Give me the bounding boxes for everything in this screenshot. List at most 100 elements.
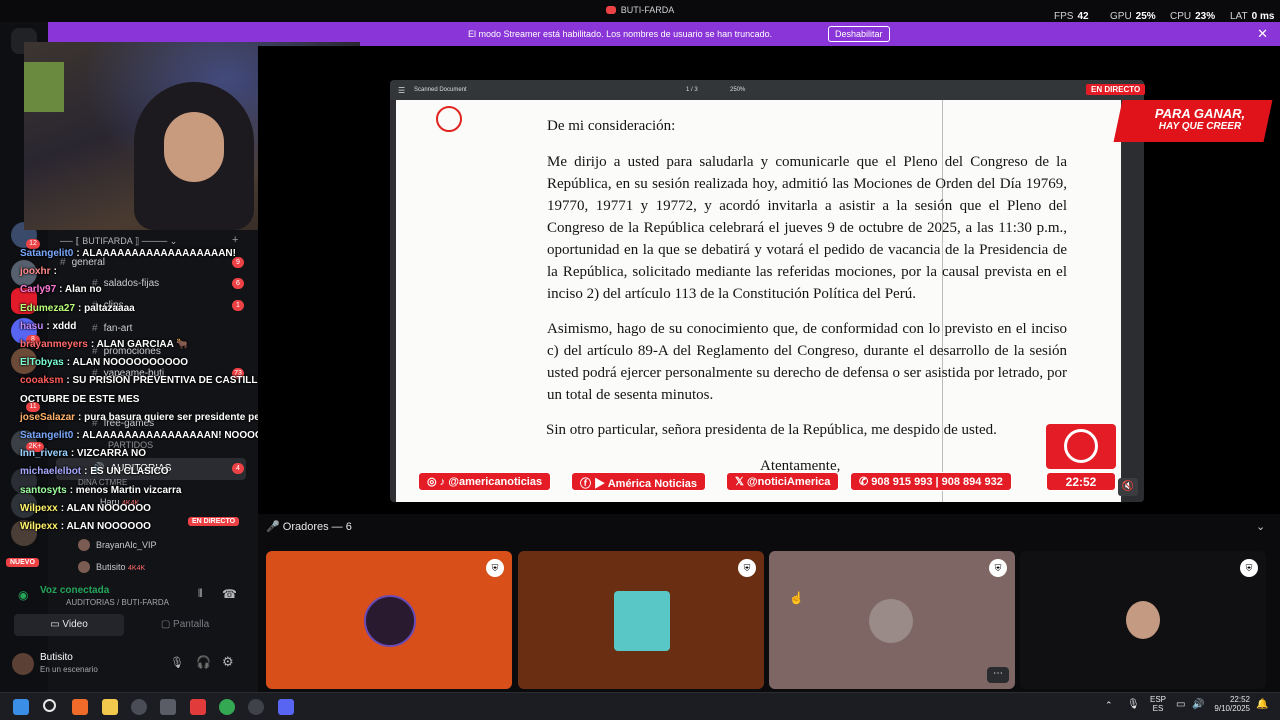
globe-icon	[436, 106, 462, 132]
discord-icon	[605, 6, 616, 14]
voice-user[interactable]: Butisito 4K4K	[78, 561, 145, 573]
chat-text: VIZCARRA NO	[76, 448, 146, 460]
video-icon: ▭	[50, 619, 63, 630]
window-title-text: BUTI-FARDA	[620, 5, 675, 15]
windows-start-icon[interactable]	[13, 699, 29, 715]
speaker-tile[interactable]: ⛨	[266, 551, 512, 689]
chat-text: ALAN NOOOOOOOOOO	[72, 357, 189, 369]
avatar	[78, 561, 90, 573]
slogan-bottom: HAY QUE CREER	[1158, 121, 1242, 132]
noise-icon[interactable]: ⫴	[198, 588, 203, 601]
shield-icon: ⛨	[486, 559, 504, 577]
globe-icon	[1064, 429, 1098, 463]
chat-text: menos Martin vizcarra	[75, 484, 182, 496]
discord-icon[interactable]	[278, 699, 294, 715]
volume-icon[interactable]: 🔊	[1192, 699, 1204, 710]
microphone-icon[interactable]: 🎙	[170, 656, 184, 669]
chat-text: ALAN NOOOOOO	[66, 502, 151, 514]
chevron-down-icon[interactable]: ⌄	[1256, 520, 1265, 533]
avatar	[869, 599, 913, 643]
screen-share-window: ☰ Scanned Document 1 / 3 250% De mi cons…	[390, 80, 1144, 502]
shield-icon: ⛨	[738, 559, 756, 577]
shield-icon: ⛨	[989, 559, 1007, 577]
document-page: De mi consideración: Me dirijo a usted p…	[396, 100, 1121, 502]
paragraph-3: Sin otro particular, señora presidenta d…	[546, 422, 997, 438]
mute-icon[interactable]: 🔇	[1118, 478, 1138, 496]
chat-username: Carly97	[20, 284, 57, 296]
chat-username: Edumeza27	[20, 302, 76, 314]
headphones-icon[interactable]: 🎧	[196, 655, 211, 669]
chevron-up-icon[interactable]: ⌃	[1105, 700, 1113, 711]
disable-streamer-button[interactable]: Deshabilitar	[828, 26, 890, 42]
slogan-text: PARA GANAR, HAY QUE CREER	[1150, 106, 1250, 132]
add-icon[interactable]: +	[232, 234, 238, 246]
user-panel: Butisito En un escenario 🎙 🎧 ⚙	[6, 645, 246, 685]
voice-user[interactable]: BrayanAlc_VIP	[78, 539, 157, 551]
channel-item[interactable]: # salados-fijas	[92, 278, 159, 289]
channel-item[interactable]: # fan-art	[92, 323, 132, 334]
chat-message: joseSalazar: pura basura quiere ser pres…	[20, 411, 266, 423]
disconnect-icon[interactable]: ☎	[222, 587, 237, 601]
chat-username: michaelelbot	[20, 466, 82, 478]
more-icon[interactable]: ⋯	[987, 667, 1009, 683]
social-facebook: ⓕ ▶ América Noticias	[571, 472, 706, 491]
notification-icon[interactable]: 🔔	[1256, 699, 1268, 710]
avatar[interactable]	[12, 653, 34, 675]
chat-message: Satangelit0: ALAAAAAAAAAAAAAAAAAAN!	[20, 248, 236, 259]
scrollbar[interactable]	[1123, 100, 1144, 502]
avatar	[364, 595, 416, 647]
speaker-tile[interactable]: ☝ ⛨ ⋯	[769, 551, 1015, 689]
zoom-level[interactable]: 250%	[730, 87, 745, 93]
chat-text: ALAAAAAAAAAAAAAAAAAAN!	[82, 248, 236, 259]
latency-stat: LAT 0 ms	[1230, 11, 1275, 22]
speaker-tile[interactable]: ⛨	[1020, 551, 1266, 689]
chat-message: michaelelbot: ES UN CLASICO	[20, 466, 169, 478]
channel-badge: 4	[232, 463, 244, 474]
search-icon[interactable]	[43, 699, 56, 712]
screen-share-button[interactable]: ▢ Pantalla	[130, 614, 240, 636]
chat-username: jooxhr	[20, 266, 51, 278]
app-icon[interactable]	[160, 699, 176, 715]
speakers-header: 🎤 Oradores — 6	[266, 520, 352, 533]
app-icon[interactable]	[131, 699, 147, 715]
menu-icon[interactable]: ☰	[398, 86, 405, 95]
microphone-icon[interactable]: 🎙	[1127, 699, 1140, 710]
obs-icon[interactable]	[248, 699, 264, 715]
banner-message: El modo Streamer está habilitado. Los no…	[468, 29, 773, 39]
chat-username: brayanmeyers	[20, 339, 88, 350]
speakers-label: Oradores — 6	[282, 521, 352, 533]
chat-username: Satangelit0	[20, 430, 74, 441]
chat-message: OCTUBRE DE ESTE MES	[20, 394, 139, 405]
streaming-app-icon[interactable]	[190, 699, 206, 715]
voice-status: Voz conectada	[40, 585, 110, 596]
language-indicator[interactable]: ESP ES	[1150, 695, 1166, 713]
chat-username: joseSalazar	[20, 411, 76, 423]
gear-icon[interactable]: ⚙	[222, 654, 234, 670]
clock[interactable]: 22:52 9/10/2025	[1214, 695, 1250, 713]
chat-message: jooxhr:	[20, 266, 57, 278]
chat-text: ES UN CLASICO	[90, 466, 169, 478]
network-icon[interactable]: ▭	[1176, 699, 1185, 710]
avatar	[1126, 601, 1160, 639]
chat-username: santosyts	[20, 484, 67, 496]
server-header[interactable]: ── ⟦ BUTIFARDA ⟧ ──── ⌄	[60, 236, 240, 247]
voice-connection-panel: ◉ Voz conectada AUDITORIAS / BUTI-FARDA …	[6, 580, 246, 642]
social-phone: ✆ 908 915 993 | 908 894 932	[850, 472, 1012, 491]
avatar	[614, 591, 670, 651]
chat-text: OCTUBRE DE ESTE MES	[20, 393, 140, 405]
brave-icon[interactable]	[72, 699, 88, 715]
social-x: 𝕏 @noticiAmerica	[726, 472, 840, 491]
server-name: BUTIFARDA	[82, 236, 133, 246]
video-button[interactable]: ▭ Video	[14, 614, 124, 636]
user-status: En un escenario	[40, 665, 98, 674]
chat-username: Wilpexx	[20, 521, 58, 532]
voice-channel-name[interactable]: AUDITORIAS / BUTI-FARDA	[66, 598, 169, 607]
close-icon[interactable]: ✕	[1257, 26, 1268, 42]
page-indicator: 1 / 3	[686, 87, 698, 93]
chrome-icon[interactable]	[219, 699, 235, 715]
chat-message: Inn_rivera: VIZCARRA NO	[20, 448, 146, 460]
folder-icon[interactable]	[102, 699, 118, 715]
channel-badge: 1	[232, 300, 244, 311]
fps-stat: FPS 42	[1054, 11, 1089, 22]
speaker-tile[interactable]: ⛨	[518, 551, 764, 689]
